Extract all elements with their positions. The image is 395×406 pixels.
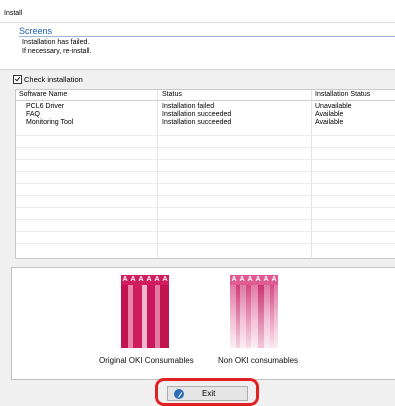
row-grid-line bbox=[16, 243, 395, 244]
window-titlebar: Install bbox=[0, 0, 395, 23]
row-install-status: Available bbox=[315, 111, 344, 118]
sample-letters: A A A A A A bbox=[121, 275, 169, 285]
row-grid-line bbox=[16, 171, 395, 172]
print-strip bbox=[133, 285, 142, 348]
row-install-status: Unavailable bbox=[315, 103, 352, 110]
screens-heading: Screens bbox=[19, 26, 53, 36]
exit-button[interactable]: Exit bbox=[167, 386, 248, 401]
exit-label: Exit bbox=[202, 389, 216, 398]
column-header-installation-status[interactable]: Installation Status bbox=[315, 91, 370, 98]
row-install-status: Available bbox=[315, 119, 344, 126]
consumables-illustration-panel: A A A A A A A A A A A A Original OKI Con… bbox=[11, 267, 395, 380]
check-installation-label: Check installation bbox=[24, 74, 83, 84]
print-strip bbox=[270, 285, 274, 348]
print-strip bbox=[246, 285, 251, 348]
check-installation-checkbox[interactable] bbox=[13, 74, 22, 84]
table-row[interactable]: Monitoring Tool Installation succeeded A… bbox=[16, 119, 395, 127]
software-table: Software Name Status Installation Status… bbox=[15, 89, 395, 259]
exit-icon bbox=[174, 388, 184, 399]
column-header-software-name[interactable]: Software Name bbox=[19, 91, 67, 98]
row-grid-line bbox=[16, 159, 395, 160]
row-grid-line bbox=[16, 195, 395, 196]
original-consumable-sample: A A A A A A bbox=[121, 275, 171, 350]
window-title: Install bbox=[4, 10, 23, 17]
table-row[interactable]: PCL6 Driver Installation failed Unavaila… bbox=[16, 103, 395, 111]
print-strip bbox=[121, 285, 128, 348]
row-status: Installation failed bbox=[162, 103, 215, 110]
row-grid-line bbox=[16, 135, 395, 136]
screens-panel: Screens Installation has failed. If nece… bbox=[0, 23, 395, 70]
table-row[interactable]: FAQ Installation succeeded Available bbox=[16, 111, 395, 119]
message-line-1: Installation has failed. bbox=[22, 39, 90, 46]
row-grid-line bbox=[16, 207, 395, 208]
table-header: Software Name Status Installation Status bbox=[16, 90, 395, 101]
original-consumables-caption: Original OKI Consumables bbox=[99, 356, 194, 365]
row-grid-line bbox=[16, 231, 395, 232]
message-line-2: If necessary, re-install. bbox=[22, 48, 92, 55]
row-grid-line bbox=[16, 183, 395, 184]
row-status: Installation succeeded bbox=[162, 119, 232, 126]
column-header-status[interactable]: Status bbox=[162, 91, 182, 98]
row-grid-line bbox=[16, 219, 395, 220]
row-software-name: Monitoring Tool bbox=[26, 119, 74, 126]
sample-letters: A A A A A A bbox=[230, 275, 278, 285]
print-strip bbox=[147, 285, 155, 348]
row-software-name: FAQ bbox=[26, 111, 41, 118]
check-installation-row[interactable]: Check installation bbox=[13, 74, 83, 84]
print-strip bbox=[236, 285, 240, 348]
row-grid-line bbox=[16, 147, 395, 148]
non-oki-consumable-sample: A A A A A A bbox=[230, 275, 280, 350]
print-strip bbox=[160, 285, 169, 348]
screens-divider bbox=[19, 36, 395, 37]
print-strip bbox=[258, 285, 264, 348]
non-oki-consumables-caption: Non OKI consumables bbox=[218, 356, 299, 365]
row-software-name: PCL6 Driver bbox=[26, 103, 65, 110]
row-status: Installation succeeded bbox=[162, 111, 232, 118]
